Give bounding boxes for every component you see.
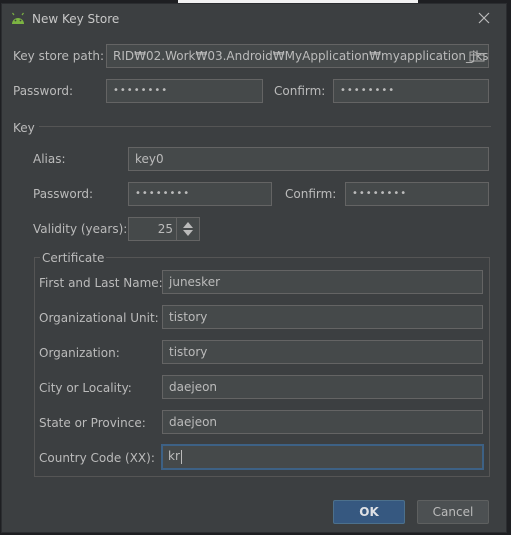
dialog-title: New Key Store	[32, 12, 120, 26]
close-button[interactable]	[476, 10, 492, 26]
organization-field[interactable]: tistory	[162, 340, 483, 364]
validity-value: 25	[157, 222, 173, 236]
new-key-store-dialog: New Key Store Key store path: RID₩02.Wor…	[1, 3, 507, 533]
country-code-value: kr	[168, 449, 180, 463]
alias-field[interactable]: key0	[128, 147, 489, 171]
city-field[interactable]: daejeon	[162, 375, 483, 399]
validity-spinner[interactable]: 25	[128, 217, 200, 241]
text-caret	[180, 449, 182, 464]
keystore-password-label: Password:	[13, 84, 74, 98]
close-icon	[478, 12, 490, 24]
key-section-divider	[39, 126, 491, 127]
key-confirm-label: Confirm:	[285, 187, 337, 201]
ok-button[interactable]: OK	[333, 500, 405, 524]
key-section-label: Key	[13, 121, 35, 135]
keystore-path-label: Key store path:	[13, 49, 105, 63]
title-bar[interactable]: New Key Store	[2, 4, 506, 34]
certificate-section-label: Certificate	[40, 251, 107, 265]
keystore-path-field[interactable]: RID₩02.Work₩03.Android₩MyApplication₩mya…	[106, 44, 489, 68]
country-code-label: Country Code (XX):	[39, 451, 155, 465]
org-unit-field[interactable]: tistory	[162, 305, 483, 329]
organization-label: Organization:	[39, 346, 120, 360]
alias-label: Alias:	[33, 152, 66, 166]
keystore-password-field[interactable]: ••••••••	[106, 79, 263, 103]
validity-label: Validity (years):	[33, 222, 128, 236]
first-last-name-label: First and Last Name:	[39, 276, 163, 290]
org-unit-label: Organizational Unit:	[39, 311, 159, 325]
state-label: State or Province:	[39, 416, 146, 430]
folder-icon[interactable]	[469, 48, 485, 64]
country-code-field[interactable]: kr	[161, 444, 484, 470]
spinner-up-icon[interactable]	[183, 222, 193, 228]
key-confirm-field[interactable]: ••••••••	[345, 182, 489, 206]
key-password-label: Password:	[33, 187, 94, 201]
cancel-button[interactable]: Cancel	[417, 500, 489, 524]
keystore-confirm-field[interactable]: ••••••••	[333, 79, 489, 103]
spinner-down-icon[interactable]	[183, 230, 193, 236]
first-last-name-field[interactable]: junesker	[162, 270, 483, 294]
keystore-confirm-label: Confirm:	[274, 84, 326, 98]
key-password-field[interactable]: ••••••••	[128, 182, 272, 206]
spinner-buttons[interactable]	[176, 218, 199, 240]
android-icon	[12, 12, 24, 24]
city-label: City or Locality:	[39, 381, 132, 395]
state-field[interactable]: daejeon	[162, 410, 483, 434]
keystore-path-value: RID₩02.Work₩03.Android₩MyApplication₩mya…	[113, 49, 489, 63]
